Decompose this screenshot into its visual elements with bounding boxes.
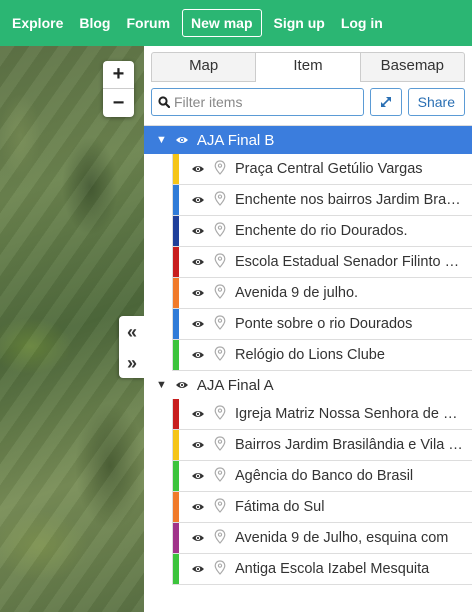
list-item[interactable]: Igreja Matriz Nossa Senhora de Fátima [172, 399, 472, 430]
nav-sign-up[interactable]: Sign up [266, 15, 333, 31]
item-label: Igreja Matriz Nossa Senhora de Fátima [235, 406, 463, 422]
eye-icon[interactable] [191, 192, 205, 208]
list-item[interactable]: Praça Central Getúlio Vargas [172, 154, 472, 185]
item-color-bar [173, 554, 179, 584]
item-label: Avenida 9 de Julho, esquina com [235, 530, 449, 546]
eye-icon[interactable] [191, 468, 205, 484]
panel-toggle: « » [119, 316, 145, 378]
map-pin-icon[interactable] [214, 560, 226, 578]
caret-down-icon[interactable]: ▼ [156, 379, 167, 391]
item-label: Ponte sobre o rio Dourados [235, 316, 413, 332]
tab-basemap[interactable]: Basemap [360, 52, 465, 82]
list-item[interactable]: Ponte sobre o rio Dourados [172, 309, 472, 340]
list-item[interactable]: Fátima do Sul [172, 492, 472, 523]
group-header[interactable]: ▼ AJA Final B [144, 126, 472, 154]
map-pin-icon[interactable] [214, 284, 226, 302]
filter-input[interactable] [174, 94, 334, 110]
eye-icon[interactable] [191, 254, 205, 270]
item-color-bar [173, 154, 179, 184]
map-pin-icon[interactable] [214, 436, 226, 454]
map-pin-icon[interactable] [214, 498, 226, 516]
expand-arrows-icon [380, 97, 391, 107]
tab-item[interactable]: Item [256, 52, 361, 82]
group-name: AJA Final B [196, 131, 275, 149]
tab-map[interactable]: Map [151, 52, 257, 82]
nav-forum[interactable]: Forum [118, 15, 178, 31]
eye-icon[interactable] [191, 285, 205, 301]
item-color-bar [173, 523, 179, 553]
item-tree: ▼ AJA Final B Praça Central Getúlio Vargas… [144, 125, 472, 585]
map-pin-icon[interactable] [214, 529, 226, 547]
item-color-bar [173, 216, 179, 246]
item-color-bar [173, 185, 179, 215]
item-label: Relógio do Lions Clube [235, 347, 385, 363]
item-label: Bairros Jardim Brasilândia e Vila Nova [235, 437, 463, 453]
nav-explore[interactable]: Explore [0, 15, 71, 31]
eye-icon[interactable] [191, 499, 205, 515]
map-pin-icon[interactable] [214, 191, 226, 209]
item-color-bar [173, 492, 179, 522]
eye-icon[interactable] [191, 561, 205, 577]
eye-icon[interactable] [191, 161, 205, 177]
item-color-bar [173, 399, 179, 429]
item-label: Avenida 9 de julho. [235, 285, 359, 301]
eye-icon[interactable] [191, 406, 205, 422]
item-color-bar [173, 309, 179, 339]
nav-blog[interactable]: Blog [71, 15, 118, 31]
zoom-in-button[interactable]: + [103, 61, 134, 89]
item-color-bar [173, 430, 179, 460]
list-item[interactable]: Escola Estadual Senador Filinto Müller [172, 247, 472, 278]
eye-icon[interactable] [175, 132, 189, 149]
group-name: AJA Final A [196, 376, 274, 394]
item-label: Enchente do rio Dourados. [235, 223, 408, 239]
map-pin-icon[interactable] [214, 346, 226, 364]
item-label: Antiga Escola Izabel Mesquita [235, 561, 430, 577]
collapse-panel-button[interactable]: « [127, 323, 137, 341]
eye-icon[interactable] [191, 316, 205, 332]
expand-panel-button[interactable]: » [127, 354, 137, 372]
share-button[interactable]: Share [407, 88, 465, 116]
eye-icon[interactable] [191, 223, 205, 239]
item-color-bar [173, 278, 179, 308]
side-panel: Map Item Basemap Share ▼ AJA Final B Praça… [144, 46, 472, 612]
map-pin-icon[interactable] [214, 222, 226, 240]
list-item[interactable]: Relógio do Lions Clube [172, 340, 472, 371]
top-nav: Explore Blog Forum New map Sign up Log i… [0, 0, 472, 46]
list-item[interactable]: Avenida 9 de julho. [172, 278, 472, 309]
item-color-bar [173, 247, 179, 277]
group-header[interactable]: ▼ AJA Final A [144, 371, 472, 399]
map-pin-icon[interactable] [214, 315, 226, 333]
eye-icon[interactable] [191, 437, 205, 453]
list-item[interactable]: Antiga Escola Izabel Mesquita [172, 554, 472, 585]
item-label: Praça Central Getúlio Vargas [235, 161, 423, 177]
nav-log-in[interactable]: Log in [333, 15, 391, 31]
eye-icon[interactable] [191, 347, 205, 363]
item-label: Enchente nos bairros Jardim Brasilândia [235, 192, 463, 208]
list-item[interactable]: Bairros Jardim Brasilândia e Vila Nova [172, 430, 472, 461]
map-pin-icon[interactable] [214, 405, 226, 423]
expand-button[interactable] [369, 88, 402, 116]
item-label: Agência do Banco do Brasil [235, 468, 414, 484]
map-pin-icon[interactable] [214, 160, 226, 178]
list-item[interactable]: Avenida 9 de Julho, esquina com [172, 523, 472, 554]
map-pin-icon[interactable] [214, 467, 226, 485]
filter-field [151, 88, 364, 116]
list-item[interactable]: Enchente do rio Dourados. [172, 216, 472, 247]
search-icon [158, 96, 170, 108]
item-label: Fátima do Sul [235, 499, 325, 515]
map-pin-icon[interactable] [214, 253, 226, 271]
zoom-out-button[interactable]: − [103, 89, 134, 117]
eye-icon[interactable] [191, 530, 205, 546]
item-color-bar [173, 340, 179, 370]
list-item[interactable]: Enchente nos bairros Jardim Brasilândia [172, 185, 472, 216]
item-color-bar [173, 461, 179, 491]
filter-bar: Share [151, 87, 465, 117]
zoom-control: + − [103, 61, 134, 117]
eye-icon[interactable] [175, 377, 189, 394]
nav-new-map[interactable]: New map [182, 9, 262, 37]
list-item[interactable]: Agência do Banco do Brasil [172, 461, 472, 492]
panel-tabs: Map Item Basemap [151, 52, 465, 82]
item-label: Escola Estadual Senador Filinto Müller [235, 254, 463, 270]
caret-down-icon[interactable]: ▼ [156, 134, 167, 146]
